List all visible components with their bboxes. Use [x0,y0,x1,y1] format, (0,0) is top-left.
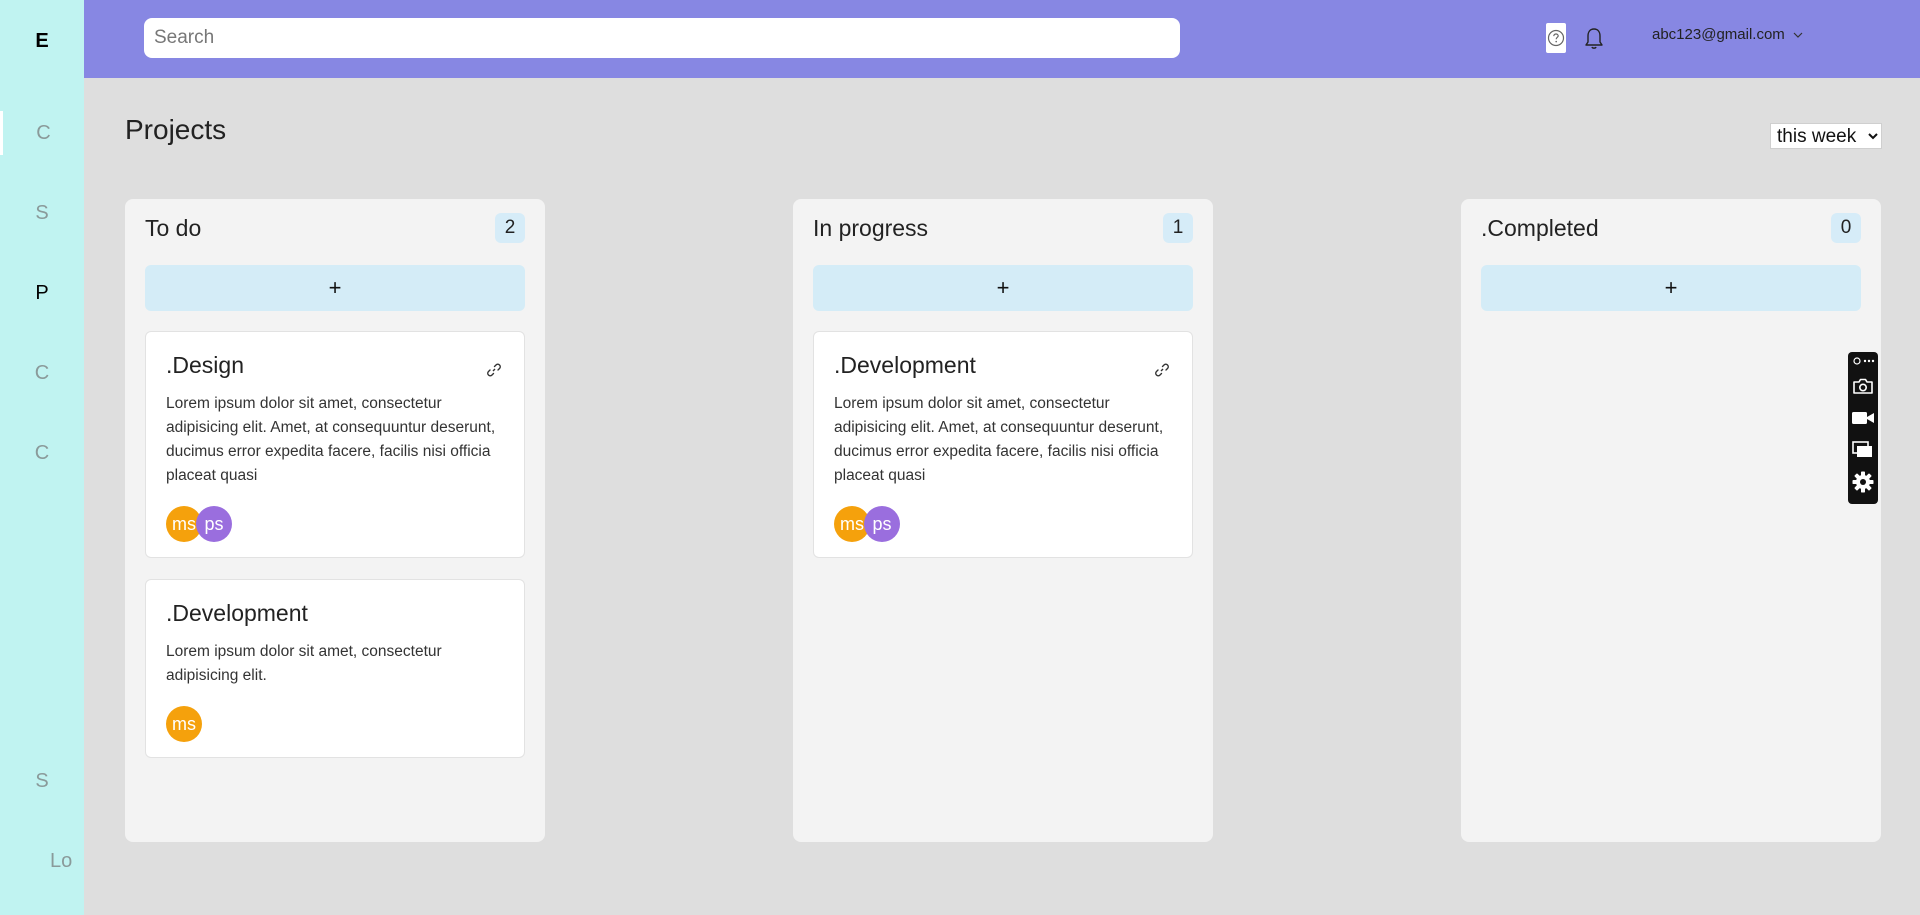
search-input[interactable] [144,18,1180,58]
bell-icon [1585,28,1603,49]
column-header: To do 2 [145,213,525,243]
add-task-button[interactable]: + [1481,265,1861,311]
capture-toolbar [1848,352,1878,504]
column-header: In progress 1 [813,213,1193,243]
column-count-badge: 2 [495,213,525,243]
column-title: In progress [813,214,929,241]
avatar: ps [864,506,900,542]
task-card[interactable]: .Development Lorem ipsum dolor sit amet,… [813,331,1193,558]
help-button[interactable] [1546,23,1566,53]
user-email: abc123@gmail.com [1652,26,1785,43]
sidebar: E C S P C C S Lo [0,0,84,915]
gallery-button[interactable] [1851,438,1875,462]
date-range-select[interactable]: this week [1770,123,1882,149]
task-card[interactable]: .Design Lorem ipsum dolor sit amet, cons… [145,331,525,558]
video-camera-icon [1852,412,1874,424]
sidebar-item-logout[interactable]: Lo [0,839,84,883]
gear-icon [1852,471,1874,493]
screenshot-button[interactable] [1851,374,1875,398]
assignee-list: ms ps [166,506,232,542]
avatar: ms [166,706,202,742]
gallery-icon [1852,441,1872,457]
column-in-progress: In progress 1 + .Development Lorem ipsum… [793,199,1213,842]
sidebar-item-settings[interactable]: S [0,759,84,803]
card-description: Lorem ipsum dolor sit amet, consectetur … [166,395,496,484]
column-title: To do [145,214,202,241]
column-count-badge: 1 [1163,213,1193,243]
sidebar-item-5[interactable]: C [0,431,84,475]
column-count-badge: 0 [1831,213,1861,243]
question-icon [1547,29,1565,47]
card-description: Lorem ipsum dolor sit amet, consectetur … [834,395,1164,484]
top-bar: abc123@gmail.com [84,0,1920,78]
avatar: ps [196,506,232,542]
settings-button[interactable] [1851,470,1875,494]
assignee-list: ms ps [834,506,900,542]
more-icon [1853,357,1875,365]
sidebar-item-4[interactable]: C [0,351,84,395]
add-task-button[interactable]: + [145,265,525,311]
notifications-button[interactable] [1582,26,1606,52]
sidebar-item-projects[interactable]: P [0,271,84,315]
sidebar-item-2[interactable]: S [0,191,84,235]
camera-icon [1853,378,1873,394]
sidebar-item-1[interactable]: C [0,111,84,155]
record-video-button[interactable] [1851,406,1875,430]
chevron-down-icon [1793,32,1803,38]
link-icon[interactable] [1154,362,1170,378]
card-title: .Development [834,352,976,378]
column-header: .Completed 0 [1481,213,1861,243]
card-title: .Design [166,352,244,378]
task-card[interactable]: .Development Lorem ipsum dolor sit amet,… [145,579,525,758]
page-title: Projects [125,114,227,145]
user-menu[interactable]: abc123@gmail.com [1652,26,1803,43]
app-logo: E [35,30,49,52]
column-title: .Completed [1481,214,1599,241]
column-todo: To do 2 + .Design Lorem ipsum dolor sit … [125,199,545,842]
card-title: .Development [166,600,308,626]
toolbar-menu-button[interactable] [1851,354,1875,368]
column-completed: .Completed 0 + [1461,199,1881,842]
link-icon[interactable] [486,362,502,378]
card-description: Lorem ipsum dolor sit amet, consectetur … [166,643,442,684]
add-task-button[interactable]: + [813,265,1193,311]
assignee-list: ms [166,706,202,742]
